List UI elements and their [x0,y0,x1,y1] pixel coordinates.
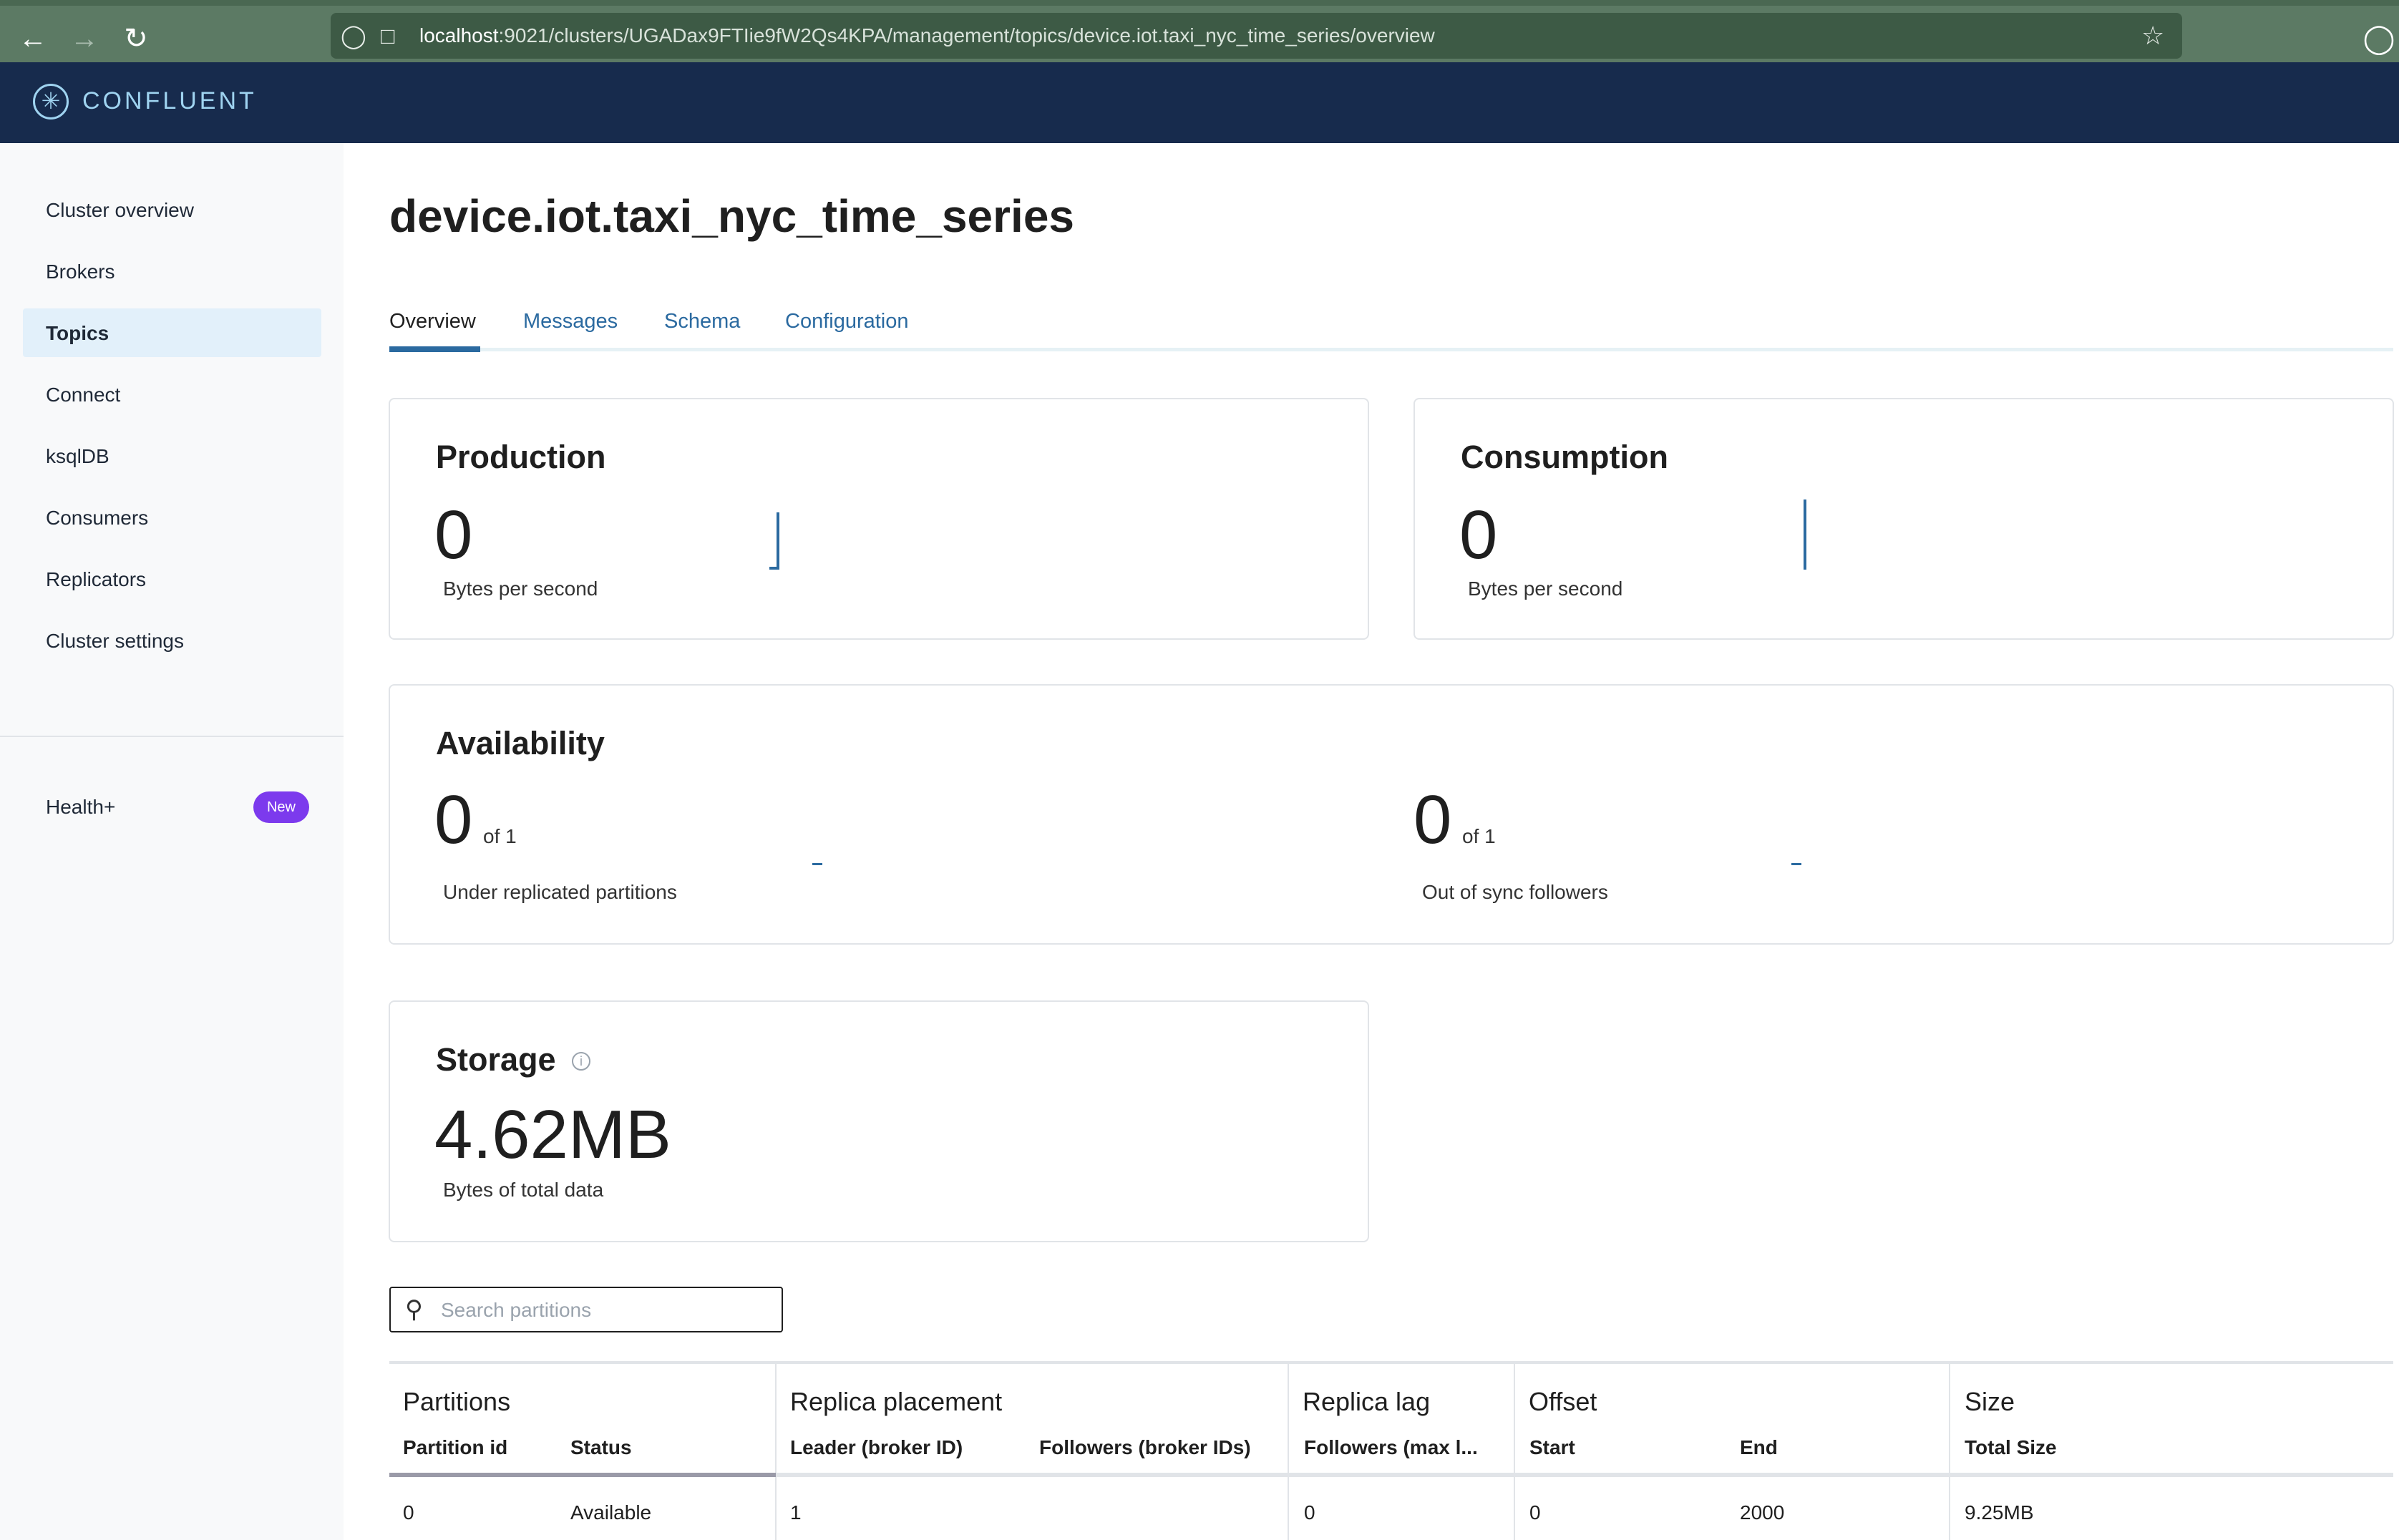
sidebar-item-consumers[interactable]: Consumers [46,505,148,531]
column-header-leader[interactable]: Leader (broker ID) [790,1435,963,1461]
under-replicated-label: Under replicated partitions [443,881,677,903]
group-header-replica-lag: Replica lag [1303,1387,1431,1416]
column-header-status[interactable]: Status [570,1435,632,1461]
bookmark-star-icon[interactable]: ☆ [2141,21,2164,50]
cell-offset-end: 2000 [1740,1501,1785,1524]
out-of-sync-label: Out of sync followers [1422,881,1608,903]
browser-toolbar: ← → ↻ ◯ □ localhost:9021/clusters/UGADax… [0,0,2399,62]
storage-value: 4.62MB [434,1096,671,1173]
reload-icon[interactable]: ↻ [116,19,156,59]
consumption-label: Bytes per second [1468,578,1623,600]
cell-total-size: 9.25MB [1965,1501,2034,1524]
out-of-sync-sparkline [1791,863,1801,865]
column-header-followers[interactable]: Followers (broker IDs) [1039,1435,1251,1461]
sidebar-item-replicators[interactable]: Replicators [46,567,146,593]
app-header: ✳ CONFLUENT [0,62,2399,143]
production-sparkline [777,512,779,570]
table-divider [775,1364,777,1540]
pocket-icon[interactable]: ◯ [2359,19,2399,59]
tab-bar-track [389,348,2393,351]
confluent-logo-icon: ✳ [33,84,69,120]
out-of-sync-value: 0 [1413,781,1452,858]
info-icon[interactable]: i [572,1052,590,1071]
sidebar-item-cluster-settings[interactable]: Cluster settings [46,628,184,654]
table-divider [1288,1364,1289,1540]
production-card: Production 0 Bytes per second [389,398,1369,640]
under-replicated-sparkline [812,863,822,865]
table-divider [1514,1364,1515,1540]
column-header-partition-id[interactable]: Partition id [403,1435,507,1461]
tab-messages[interactable]: Messages [523,308,618,334]
table-divider [1949,1364,1950,1540]
search-partitions-box[interactable]: ⚲ [389,1287,783,1332]
column-header-end[interactable]: End [1740,1435,1778,1461]
cell-leader: 1 [790,1501,802,1524]
back-arrow-icon[interactable]: ← [13,19,53,59]
sidebar: Cluster overview Brokers Topics Connect … [0,143,344,1540]
consumption-value: 0 [1459,497,1498,573]
under-replicated-of: of 1 [483,825,517,847]
sidebar-divider [0,736,344,737]
search-icon: ⚲ [405,1296,423,1323]
under-replicated-value: 0 [434,781,473,858]
availability-title: Availability [436,725,605,761]
production-value: 0 [434,497,473,573]
availability-card: Availability 0 of 1 Under replicated par… [389,684,2394,945]
tab-schema[interactable]: Schema [664,308,740,334]
production-sparkline-tail [769,567,778,570]
page-icon: □ [381,23,395,49]
production-label: Bytes per second [443,578,598,600]
tab-overview[interactable]: Overview [389,308,476,334]
page-title: device.iot.taxi_nyc_time_series [389,190,1074,242]
sidebar-item-brokers[interactable]: Brokers [46,259,115,285]
tab-configuration[interactable]: Configuration [785,308,909,334]
brand-name: CONFLUENT [82,87,257,114]
column-header-total-size[interactable]: Total Size [1965,1435,2057,1461]
url-text: localhost:9021/clusters/UGADax9FTIie9fW2… [419,24,1435,47]
new-badge: New [253,791,309,823]
forward-arrow-icon[interactable]: → [64,19,104,59]
out-of-sync-of: of 1 [1462,825,1496,847]
cell-partition-id: 0 [403,1501,414,1524]
storage-title: Storage [436,1041,556,1078]
table-top-border [389,1361,2393,1364]
sidebar-item-connect[interactable]: Connect [46,382,120,408]
group-header-offset: Offset [1529,1387,1597,1416]
sidebar-item-cluster-overview[interactable]: Cluster overview [46,198,194,223]
address-bar[interactable]: ◯ □ localhost:9021/clusters/UGADax9FTIie… [331,13,2182,59]
sorted-column-indicator [389,1473,776,1477]
cell-status: Available [570,1501,652,1524]
column-header-followers-max-lag[interactable]: Followers (max l... [1304,1435,1478,1461]
cell-followers-max-lag: 0 [1304,1501,1315,1524]
cell-offset-start: 0 [1529,1501,1541,1524]
storage-label: Bytes of total data [443,1179,604,1201]
consumption-title: Consumption [1461,439,1668,475]
sidebar-item-ksqldb[interactable]: ksqlDB [46,444,110,469]
group-header-partitions: Partitions [403,1387,511,1416]
production-title: Production [436,439,606,475]
sidebar-item-health[interactable]: Health+ [46,794,115,820]
sidebar-item-topics[interactable]: Topics [46,321,109,346]
consumption-sparkline [1804,499,1806,570]
consumption-card: Consumption 0 Bytes per second [1413,398,2394,640]
search-input[interactable] [439,1295,772,1325]
column-header-start[interactable]: Start [1529,1435,1575,1461]
shield-icon: ◯ [341,23,366,49]
storage-card: Storage i 4.62MB Bytes of total data [389,1000,1369,1242]
group-header-replica-placement: Replica placement [790,1387,1003,1416]
group-header-size: Size [1965,1387,2015,1416]
active-tab-indicator [389,346,480,352]
